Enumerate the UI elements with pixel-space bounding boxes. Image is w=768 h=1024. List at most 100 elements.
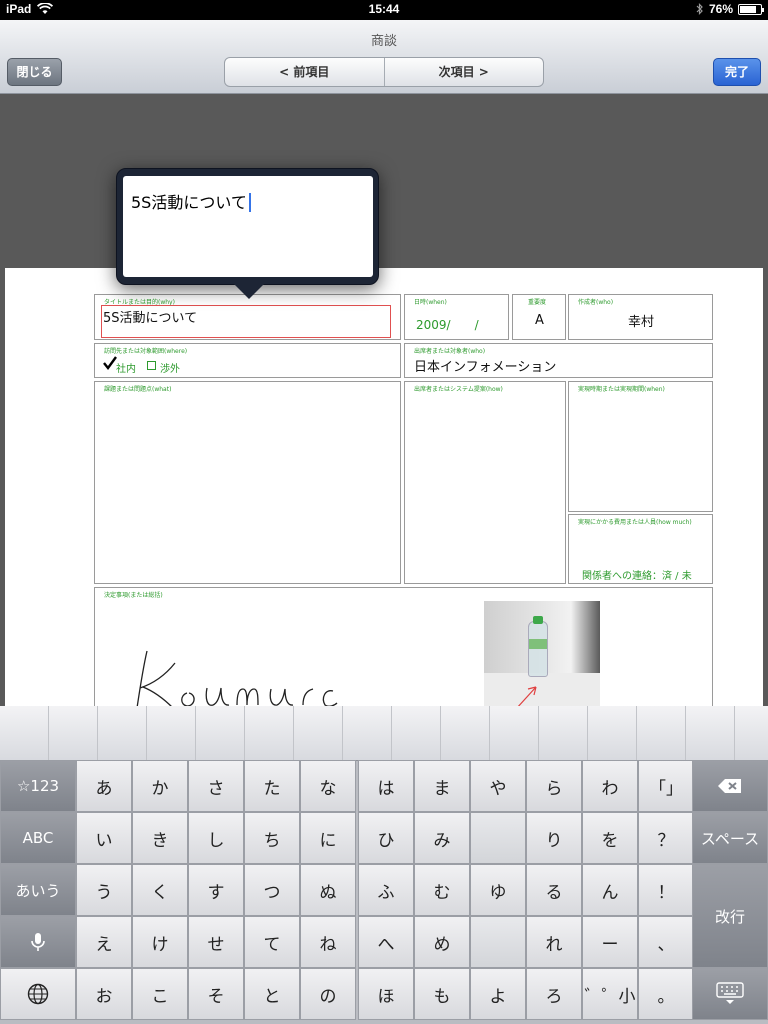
key-2-3[interactable]: せ [188,916,244,968]
key-8-3[interactable]: れ [526,916,582,968]
text-cursor [248,193,251,212]
key-2-1[interactable]: し [188,812,244,864]
key-3-3[interactable]: て [244,916,300,968]
backspace-key[interactable] [692,760,768,812]
key-4-3[interactable]: ね [300,916,356,968]
key-5-1[interactable]: ひ [358,812,414,864]
destination-option-external[interactable]: 渉外 [160,360,180,375]
item-navigation-control: < 前項目 次項目 > [224,57,544,87]
globe-icon [27,983,49,1005]
author-box[interactable]: 作成者(who) 幸村 [568,294,713,340]
kana-key[interactable]: あいう [0,864,76,916]
done-button[interactable]: 完了 [713,58,761,86]
nav-title: 商談 [370,34,397,49]
key-1-0[interactable]: か [132,760,188,812]
decision-box[interactable]: 決定事項(または総括) [94,587,713,708]
key-8-0[interactable]: ら [526,760,582,812]
popover-arrow [234,284,264,299]
popover-text-field[interactable]: 5S活動について [123,176,373,277]
candidate-bar [0,706,768,761]
checkbox-external[interactable] [147,361,156,370]
cost-box[interactable]: 実現にかかる費用または人員(how much) 関係者への連絡：済 / 未 [568,514,713,584]
key-10-3[interactable]: 、 [638,916,694,968]
globe-key[interactable] [0,968,76,1020]
backspace-icon [718,779,741,793]
key-7-0[interactable]: や [470,760,526,812]
priority-value: A [535,313,544,328]
title-box[interactable]: タイトルまたは目的(why) 5S活動について [94,294,401,340]
key-6-4[interactable]: も [414,968,470,1020]
destination-label: 訪問先または対象範囲(where) [104,348,188,355]
key-6-3[interactable]: め [414,916,470,968]
key-7-2[interactable]: ゆ [470,864,526,916]
priority-label: 重要度 [528,299,547,306]
key-8-4[interactable]: ろ [526,968,582,1020]
key-3-0[interactable]: た [244,760,300,812]
next-item-button[interactable]: 次項目 > [383,58,544,86]
key-0-1[interactable]: い [76,812,132,864]
key-5-4[interactable]: ほ [358,968,414,1020]
contact-status: 関係者への連絡：済 / 未 [582,571,692,582]
key-1-2[interactable]: く [132,864,188,916]
title-value: 5S活動について [103,311,198,326]
date-box[interactable]: 日時(when) 2009/ / [404,294,509,340]
key-5-0[interactable]: は [358,760,414,812]
key-4-2[interactable]: ぬ [300,864,356,916]
key-2-2[interactable]: す [188,864,244,916]
key-9-2[interactable]: ん [582,864,638,916]
key-4-1[interactable]: に [300,812,356,864]
key-1-4[interactable]: こ [132,968,188,1020]
key-8-1[interactable]: り [526,812,582,864]
return-key[interactable]: 改行 [692,864,768,968]
date-value: 2009/ / [416,318,479,332]
abc-key[interactable]: ABC [0,812,76,864]
proposal-box[interactable]: 出席者またはシステム提案(how) [404,381,566,584]
prev-item-button[interactable]: < 前項目 [225,58,384,86]
key-3-4[interactable]: と [244,968,300,1020]
key-5-2[interactable]: ふ [358,864,414,916]
key-1-3[interactable]: け [132,916,188,968]
hide-keyboard-key[interactable] [692,968,768,1020]
key-5-3[interactable]: へ [358,916,414,968]
numbers-key[interactable]: ☆123 [0,760,76,812]
attendee-box[interactable]: 出席者または対象者(who) 日本インフォメーション [404,343,713,378]
deadline-box[interactable]: 実現時期または実現期間(when) [568,381,713,512]
key-10-4[interactable]: 。 [638,968,694,1020]
key-6-2[interactable]: む [414,864,470,916]
key-0-4[interactable]: お [76,968,132,1020]
microphone-key[interactable] [0,916,76,968]
key-9-1[interactable]: を [582,812,638,864]
key-2-0[interactable]: さ [188,760,244,812]
key-6-1[interactable]: み [414,812,470,864]
key-2-4[interactable]: そ [188,968,244,1020]
popover-text: 5S活動について [131,193,247,212]
key-9-3[interactable]: ー [582,916,638,968]
key-8-2[interactable]: る [526,864,582,916]
key-4-4[interactable]: の [300,968,356,1020]
issue-box[interactable]: 課題または問題点(what) [94,381,401,584]
key-6-0[interactable]: ま [414,760,470,812]
key-1-1[interactable]: き [132,812,188,864]
destination-box[interactable]: 訪問先または対象範囲(where) 社内 渉外 [94,343,401,378]
key-10-2[interactable]: ！ [638,864,694,916]
key-0-0[interactable]: あ [76,760,132,812]
bluetooth-icon [696,3,703,15]
key-9-0[interactable]: わ [582,760,638,812]
attendee-label: 出席者または対象者(who) [414,348,486,355]
key-4-0[interactable]: な [300,760,356,812]
japanese-kana-keyboard: ☆123 ABC あいうあいうえお かきくけこ さしすせそ たちつてと なにぬねの はひふへほ… [0,706,768,1024]
key-3-2[interactable]: つ [244,864,300,916]
attached-photo[interactable] [484,601,600,708]
screen: { "status": { "device": "iPad", "time": … [0,0,768,1024]
space-key[interactable]: スペース [692,812,768,864]
key-9-4[interactable]: ゛゜小 [582,968,638,1020]
key-0-3[interactable]: え [76,916,132,968]
key-10-1[interactable]: ？ [638,812,694,864]
key-3-1[interactable]: ち [244,812,300,864]
destination-option-internal[interactable]: 社内 [116,360,136,375]
key-10-0[interactable]: 「」 [638,760,694,812]
key-7-4[interactable]: よ [470,968,526,1020]
close-button[interactable]: 閉じる [7,58,62,86]
key-0-2[interactable]: う [76,864,132,916]
priority-box[interactable]: 重要度 A [512,294,566,340]
